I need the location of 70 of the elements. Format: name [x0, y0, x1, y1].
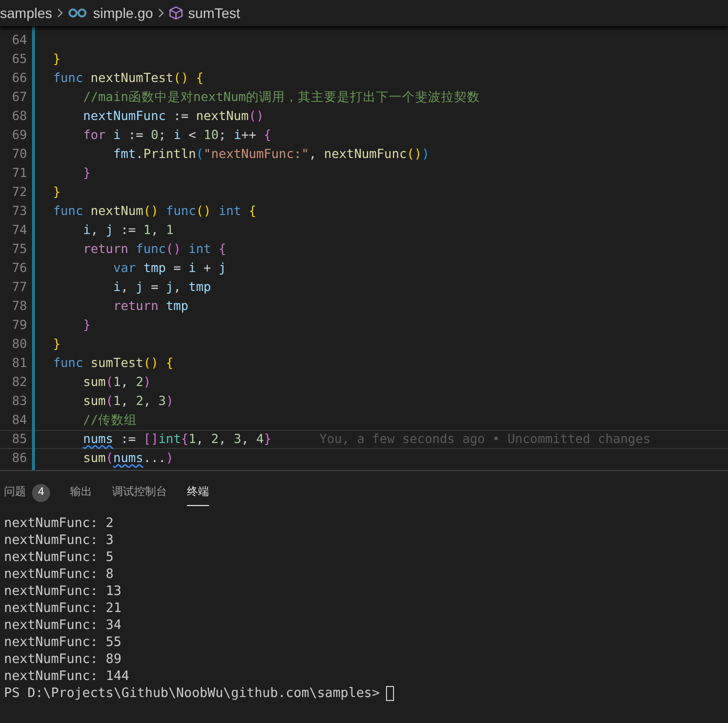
terminal-line: nextNumFunc: 34 [4, 617, 122, 634]
line-number: 65 [10, 50, 27, 68]
go-file-icon [68, 8, 88, 18]
line-number: 76 [10, 259, 27, 278]
code-line: } [82, 164, 91, 182]
line-number: 81 [10, 354, 27, 372]
panel-tab[interactable]: 问题 4 [4, 480, 50, 506]
code-line: func nextNumTest() { [53, 69, 204, 88]
code-line: fmt.Println("nextNumFunc:", nextNumFunc()) [112, 145, 430, 164]
code-line: sum(1, 2, 3) [82, 392, 174, 410]
line-number: 64 [10, 31, 27, 50]
line-number: 69 [10, 126, 27, 144]
code-line: i, j := 1, 1 [82, 221, 174, 240]
line-number: 72 [10, 183, 27, 202]
terminal-prompt: PS D:\Projects\Github\NoobWu\github.com\samples> [4, 684, 380, 703]
chevron-icon [57, 8, 64, 18]
code-line: func sumTest() { [53, 354, 174, 372]
code-line: } [53, 50, 61, 68]
panel-tab[interactable]: 调试控制台 [112, 480, 167, 506]
line-number: 73 [10, 202, 27, 220]
cube-icon [169, 6, 184, 20]
terminal-line: nextNumFunc: 13 [4, 583, 122, 600]
code-line: sum(1, 2) [82, 373, 151, 392]
terminal-line: nextNumFunc: 3 [4, 532, 114, 549]
code-line: return func() int { [82, 240, 226, 258]
line-number: 85 [10, 430, 27, 448]
panel-tab[interactable]: 终端 [187, 480, 209, 506]
code-line: var tmp = i + j [112, 259, 226, 278]
blame-annotation: You, a few seconds ago • Uncommitted changes [319, 430, 650, 448]
line-number: 74 [10, 221, 27, 240]
line-number: 67 [10, 88, 27, 106]
terminal-line: nextNumFunc: 55 [4, 634, 122, 651]
terminal-line: nextNumFunc: 21 [4, 600, 122, 617]
code-line: } [82, 316, 91, 334]
line-number: 86 [10, 449, 27, 468]
chevron-icon [158, 8, 164, 18]
code-line: for i := 0; i < 10; i++ { [82, 126, 272, 144]
count-badge: 4 [32, 484, 50, 502]
line-number: 84 [10, 411, 27, 430]
terminal-line: nextNumFunc: 2 [4, 515, 114, 532]
code-line: nums := []int{1, 2, 3, 4} [82, 430, 272, 448]
line-number: 70 [10, 145, 27, 164]
terminal-line: nextNumFunc: 8 [4, 566, 114, 583]
line-number: 78 [10, 297, 27, 316]
code-line: func nextNum() func() int { [53, 202, 256, 220]
breadcrumb-item[interactable]: sumTest [188, 2, 240, 24]
line-number: 77 [10, 278, 27, 296]
line-number: 80 [10, 335, 27, 354]
code-line: nextNumFunc := nextNum() [82, 107, 264, 126]
line-number: 68 [10, 107, 27, 126]
code-line: } [53, 183, 61, 202]
terminal-cursor [386, 686, 394, 701]
code-line: } [53, 335, 61, 354]
terminal-line: nextNumFunc: 144 [4, 668, 130, 685]
code-line: return tmp [112, 297, 188, 316]
code-line: sum(nums...) [82, 449, 174, 468]
line-number: 83 [10, 392, 27, 410]
code-line: i, j = j, tmp [112, 278, 212, 296]
line-number: 79 [10, 316, 27, 334]
terminal-line: nextNumFunc: 5 [4, 549, 114, 566]
code-line: //传数组 [82, 411, 138, 430]
breadcrumb-item[interactable]: simple.go [93, 2, 154, 24]
terminal-line: nextNumFunc: 89 [4, 651, 122, 668]
line-number: 66 [10, 69, 27, 88]
panel-tab[interactable]: 输出 [70, 480, 92, 506]
line-number: 75 [10, 240, 27, 258]
breadcrumb-item[interactable]: samples [0, 2, 52, 24]
line-number: 82 [10, 373, 27, 392]
line-number: 71 [10, 164, 27, 182]
code-line: //main函数中是对nextNum的调用，其主要是打出下一个斐波拉契数 [82, 88, 480, 106]
